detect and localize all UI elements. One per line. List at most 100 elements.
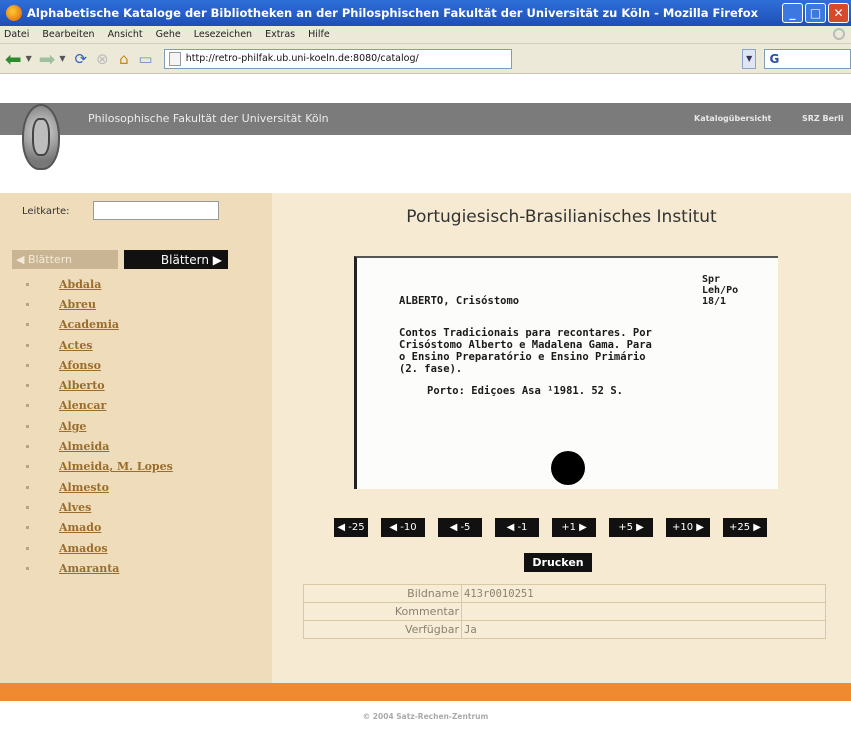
menu-extras[interactable]: Extras — [265, 29, 295, 40]
navigation-toolbar: ⬅ ▼ ➡ ▼ ⟳ ⊗ ⌂ ▭ http://retro-philfak.ub.… — [0, 44, 851, 74]
guide-card-link[interactable]: Almeida — [59, 440, 109, 453]
window-controls: _ □ ✕ — [782, 3, 849, 23]
menu-bearbeiten[interactable]: Bearbeiten — [42, 29, 94, 40]
guide-card-link[interactable]: Afonso — [59, 359, 101, 372]
bullet-icon — [26, 485, 29, 489]
bullet-icon — [26, 505, 29, 509]
list-item: Alves — [26, 497, 173, 517]
list-item: Amados — [26, 538, 173, 558]
leitkarte-label: Leitkarte: — [22, 206, 70, 217]
minimize-button[interactable]: _ — [782, 3, 803, 23]
menu-ansicht[interactable]: Ansicht — [108, 29, 143, 40]
list-item: Academia — [26, 315, 173, 335]
back-dropdown-icon[interactable]: ▼ — [26, 54, 32, 63]
guide-card-link[interactable]: Amaranta — [59, 562, 119, 575]
back-arrow-icon[interactable]: ⬅ — [4, 47, 23, 71]
guide-card-link[interactable]: Amados — [59, 542, 108, 555]
list-item: Almeida, M. Lopes — [26, 457, 173, 477]
card-text-line: o Ensino Preparatório e Ensino Primário — [399, 351, 646, 363]
bullet-icon — [26, 546, 29, 550]
bullet-icon — [26, 384, 29, 388]
forward-dropdown-icon[interactable]: ▼ — [59, 54, 65, 63]
verfuegbar-label: Verfügbar — [303, 620, 462, 639]
pager-plus25-button[interactable]: +25 ▶ — [723, 518, 767, 537]
url-dropdown-icon[interactable]: ▼ — [742, 48, 757, 69]
card-imprint: Porto: Ediçoes Asa ¹1981. 52 S. — [427, 385, 623, 397]
reload-icon[interactable]: ⟳ — [71, 48, 90, 70]
pager-plus5-button[interactable]: +5 ▶ — [609, 518, 653, 537]
guide-card-link[interactable]: Abreu — [59, 298, 96, 311]
pager-minus1-button[interactable]: ◀ -1 — [495, 518, 539, 537]
bookmarks-icon[interactable]: ▭ — [136, 48, 155, 70]
guide-card-link[interactable]: Amado — [59, 521, 101, 534]
university-seal-icon — [22, 104, 60, 170]
menu-datei[interactable]: Datei — [4, 29, 29, 40]
institute-title: Portugiesisch-Brasilianisches Institut — [406, 207, 717, 227]
menu-hilfe[interactable]: Hilfe — [308, 29, 330, 40]
window-titlebar: Alphabetische Kataloge der Bibliotheken … — [0, 0, 851, 26]
bildname-label: Bildname — [303, 584, 462, 603]
pager-minus10-button[interactable]: ◀ -10 — [381, 518, 425, 537]
list-item: Almesto — [26, 477, 173, 497]
card-author: ALBERTO, Crisóstomo — [399, 295, 520, 307]
guide-card-link[interactable]: Alge — [59, 420, 86, 433]
bullet-icon — [26, 424, 29, 428]
shelfmark-line: Spr — [702, 274, 721, 285]
card-pager: ◀ -25 ◀ -10 ◀ -5 ◀ -1 +1 ▶ +5 ▶ +10 ▶ +2… — [334, 518, 767, 537]
card-title-text: Contos Tradicionais para recontares. Por… — [399, 327, 779, 375]
search-input[interactable]: G — [764, 48, 851, 69]
card-text-line: Crisóstomo Alberto e Madalena Gama. Para — [399, 339, 652, 351]
pager-minus5-button[interactable]: ◀ -5 — [438, 518, 482, 537]
table-row: Bildname 413r0010251 — [303, 584, 826, 603]
bullet-icon — [26, 404, 29, 408]
bullet-icon — [26, 363, 29, 367]
guide-card-link[interactable]: Almeida, M. Lopes — [59, 460, 173, 473]
window-title: Alphabetische Kataloge der Bibliotheken … — [27, 6, 759, 20]
table-row: Kommentar — [303, 602, 826, 621]
kommentar-label: Kommentar — [303, 602, 462, 621]
catalog-overview-link[interactable]: Katalogübersicht — [694, 114, 771, 123]
guide-card-link[interactable]: Almesto — [59, 481, 109, 494]
menu-gehe[interactable]: Gehe — [156, 29, 181, 40]
pager-minus25-button[interactable]: ◀ -25 — [334, 518, 368, 537]
pager-plus10-button[interactable]: +10 ▶ — [666, 518, 710, 537]
bullet-icon — [26, 566, 29, 570]
card-text-line: Contos Tradicionais para recontares. Por — [399, 327, 652, 339]
menu-bar: Datei Bearbeiten Ansicht Gehe Lesezeiche… — [0, 26, 851, 44]
url-bar[interactable]: http://retro-philfak.ub.uni-koeln.de:808… — [163, 48, 513, 69]
sidebar: Leitkarte: ◀ Blättern Blättern ▶ Abdala … — [0, 193, 272, 683]
shelfmark: Spr Leh/Po 18/1 — [702, 274, 738, 307]
print-button[interactable]: Drucken — [524, 553, 592, 572]
table-row: Verfügbar Ja — [303, 620, 826, 639]
blaettern-next-button[interactable]: Blättern ▶ — [124, 250, 228, 269]
bullet-icon — [26, 526, 29, 530]
guide-card-link[interactable]: Academia — [59, 318, 119, 331]
url-text: http://retro-philfak.ub.uni-koeln.de:808… — [185, 53, 419, 64]
home-icon[interactable]: ⌂ — [115, 48, 134, 70]
leitkarte-input[interactable] — [93, 201, 219, 220]
bullet-icon — [26, 302, 29, 306]
guide-card-link[interactable]: Alves — [59, 501, 91, 514]
menu-lesezeichen[interactable]: Lesezeichen — [194, 29, 252, 40]
list-item: Abdala — [26, 274, 173, 294]
list-item: Amado — [26, 518, 173, 538]
bullet-icon — [26, 343, 29, 347]
shelfmark-line: 18/1 — [702, 296, 727, 307]
guide-card-link[interactable]: Actes — [59, 339, 93, 352]
blaettern-prev-button[interactable]: ◀ Blättern — [12, 250, 118, 269]
pager-plus1-button[interactable]: +1 ▶ — [552, 518, 596, 537]
stop-icon[interactable]: ⊗ — [93, 48, 112, 70]
guide-card-link[interactable]: Alberto — [59, 379, 105, 392]
forward-arrow-icon[interactable]: ➡ — [38, 47, 57, 71]
list-item: Alberto — [26, 375, 173, 395]
close-button[interactable]: ✕ — [828, 3, 849, 23]
site-header: Philosophische Fakultät der Universität … — [0, 103, 851, 135]
guide-card-link[interactable]: Abdala — [59, 278, 101, 291]
bildname-value: 413r0010251 — [461, 584, 826, 603]
srz-link[interactable]: SRZ Berli — [802, 114, 843, 123]
guide-card-link[interactable]: Alencar — [59, 399, 106, 412]
maximize-button[interactable]: □ — [805, 3, 826, 23]
list-item: Alencar — [26, 396, 173, 416]
main-content: Portugiesisch-Brasilianisches Institut S… — [272, 193, 851, 683]
catalog-card-image: Spr Leh/Po 18/1 ALBERTO, Crisóstomo Cont… — [354, 256, 778, 489]
